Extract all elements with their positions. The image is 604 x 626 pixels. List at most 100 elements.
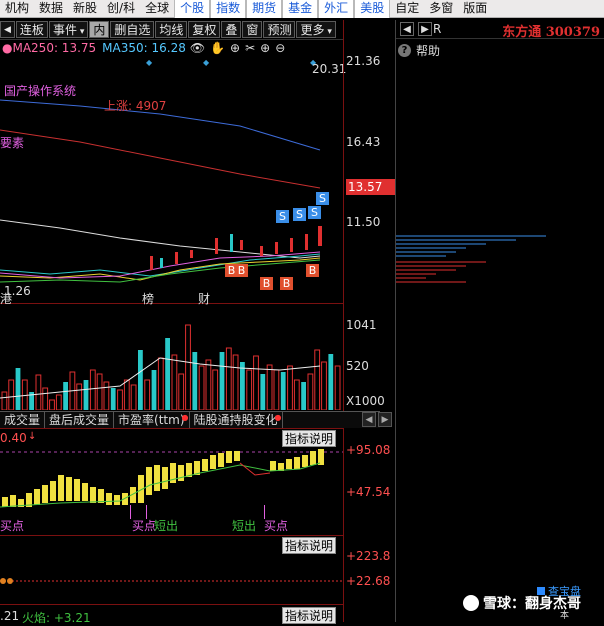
indicator3-explain-button[interactable]: 指标说明 — [282, 607, 336, 624]
crosshair-icon[interactable]: ⊕ — [230, 41, 245, 55]
volume-bar — [15, 368, 21, 410]
volume-bar — [103, 381, 110, 410]
tab-scroll-right-icon[interactable]: ▶ — [378, 412, 392, 427]
buy-signal[interactable]: B — [235, 264, 248, 277]
toolbar-button[interactable]: 窗 — [242, 20, 263, 38]
zoom-out-icon[interactable]: ⊖ — [275, 41, 290, 55]
indicator-tab[interactable]: 市盈率(ttm) ● — [114, 412, 190, 428]
nav-tab[interactable]: 指数 — [210, 0, 247, 18]
indicator-tab[interactable]: 成交量 — [0, 412, 46, 428]
nav-tab[interactable]: 美股 — [354, 0, 391, 18]
volume-chart[interactable] — [0, 318, 343, 410]
sell-signal[interactable]: S — [316, 192, 329, 205]
element-label[interactable]: 要素 — [0, 134, 24, 151]
stock-title: 东方通 300379 — [502, 25, 600, 40]
toolbar-button[interactable]: 复权 — [188, 20, 221, 38]
indicator-tab[interactable]: 陆股通持股变化 ● — [190, 412, 283, 428]
volume-bar — [83, 380, 89, 410]
indicator2-explain-button[interactable]: 指标说明 — [282, 537, 336, 554]
buy-point-label[interactable]: 买点 — [132, 517, 156, 534]
help-icon[interactable]: ? — [398, 44, 411, 57]
toolbar-button[interactable]: 连板 — [15, 20, 48, 38]
help-label[interactable]: 帮助 — [416, 42, 440, 59]
zoom-in-icon[interactable]: ⊕ — [260, 41, 275, 55]
volume-bar — [178, 373, 185, 410]
volume-bar — [198, 365, 205, 410]
price-axis-tick: 21.36 — [346, 54, 381, 68]
volume-bar — [328, 354, 334, 410]
watermark-tag2: 本 — [560, 611, 570, 621]
finance-label[interactable]: 财 — [198, 290, 210, 307]
volume-bar — [171, 354, 178, 410]
nav-tab[interactable]: 全球 — [140, 0, 174, 18]
volume-bar — [130, 384, 137, 410]
ma-line: ● MA250: 13.75 MA350: 16.28 👁✋⊕✂⊕⊖ — [0, 40, 290, 56]
board-label[interactable]: 榜 — [142, 290, 154, 307]
volume-bar — [334, 365, 341, 410]
sell-signal[interactable]: S — [276, 210, 289, 223]
nav-tab[interactable]: 基金 — [282, 0, 319, 18]
help-line[interactable]: ? 帮助 — [398, 42, 440, 59]
nav-tab[interactable]: 多窗 — [424, 0, 458, 18]
volume-unit: X1000 — [346, 394, 385, 408]
indicator2-axis-tick: +223.8 — [346, 549, 391, 563]
volume-bar — [165, 338, 170, 410]
toolbar-button[interactable]: 内 — [89, 20, 110, 38]
indicator-tab[interactable]: 盘后成交量 — [45, 412, 115, 428]
sell-signal[interactable]: S — [308, 206, 321, 219]
indicator2-chart[interactable] — [0, 576, 343, 588]
eye-icon[interactable]: 👁 — [190, 41, 210, 55]
price-chart[interactable] — [0, 70, 343, 303]
toolbar-button[interactable]: 更多 — [296, 20, 336, 38]
indicator3-value: .21 — [0, 609, 20, 623]
right-pane-letter[interactable]: R — [433, 22, 441, 36]
volume-bar — [110, 388, 116, 410]
indicator-tab-label[interactable]: 盘后成交量 — [49, 413, 109, 427]
volume-bar — [314, 349, 321, 410]
buy-signal[interactable]: B — [306, 264, 319, 277]
indicator-tab-label[interactable]: 陆股通持股变化 — [194, 413, 278, 427]
volume-bar — [273, 369, 280, 410]
toolbar-button[interactable]: 叠 — [221, 20, 242, 38]
price-axis-tick: 16.43 — [346, 135, 381, 149]
volume-bar — [49, 399, 55, 410]
nav-tab[interactable]: 数据 — [34, 0, 68, 18]
volume-bar — [293, 379, 300, 410]
hand-icon[interactable]: ✋ — [210, 41, 230, 55]
buy-signal[interactable]: B — [280, 277, 293, 290]
scissors-icon[interactable]: ✂ — [245, 41, 260, 55]
sell-signal[interactable]: S — [293, 208, 306, 221]
toolbar-back-icon[interactable]: ◀ — [0, 20, 15, 38]
nav-tab[interactable]: 新股 — [68, 0, 102, 18]
event-diamond-icon[interactable]: ◆ — [203, 58, 209, 67]
volume-bar — [205, 359, 212, 410]
short-exit-label[interactable]: 短出 — [232, 517, 256, 534]
concept-label[interactable]: 国产操作系统 — [4, 82, 76, 99]
chart-tool-icons[interactable]: 👁✋⊕✂⊕⊖ — [190, 41, 290, 55]
tab-scroll-left-icon[interactable]: ◀ — [362, 412, 376, 427]
toolbar-button[interactable]: 预测 — [263, 20, 296, 38]
hk-label[interactable]: 港 — [0, 290, 12, 307]
buy-point-label[interactable]: 买点 — [264, 517, 288, 534]
volume-bar — [246, 369, 253, 410]
nav-tab[interactable]: 机构 — [0, 0, 34, 18]
buy-point-label[interactable]: 买点 — [0, 517, 24, 534]
indicator-tab-label[interactable]: 市盈率(ttm) — [118, 413, 184, 427]
nav-tab[interactable]: 外汇 — [318, 0, 355, 18]
short-exit-label[interactable]: 短出 — [154, 517, 178, 534]
indicator-tab-label[interactable]: 成交量 — [4, 413, 40, 427]
arrow-left-icon[interactable]: ◀ — [400, 22, 414, 36]
nav-tab[interactable]: 个股 — [174, 0, 211, 18]
nav-tab[interactable]: 版面 — [458, 0, 492, 18]
arrow-right-icon[interactable]: ▶ — [418, 22, 432, 36]
nav-tab[interactable]: 创/科 — [102, 0, 140, 18]
nav-tab[interactable]: 自定 — [390, 0, 424, 18]
event-diamond-icon[interactable]: ◆ — [146, 58, 152, 67]
toolbar-button[interactable]: 删自选 — [110, 20, 155, 38]
toolbar-button[interactable]: 事件 — [48, 20, 89, 38]
toolbar-button[interactable]: 均线 — [155, 20, 188, 38]
volume-axis-tick: 520 — [346, 359, 369, 373]
nav-tab[interactable]: 期货 — [246, 0, 283, 18]
volume-bar — [117, 389, 123, 410]
buy-signal[interactable]: B — [260, 277, 273, 290]
